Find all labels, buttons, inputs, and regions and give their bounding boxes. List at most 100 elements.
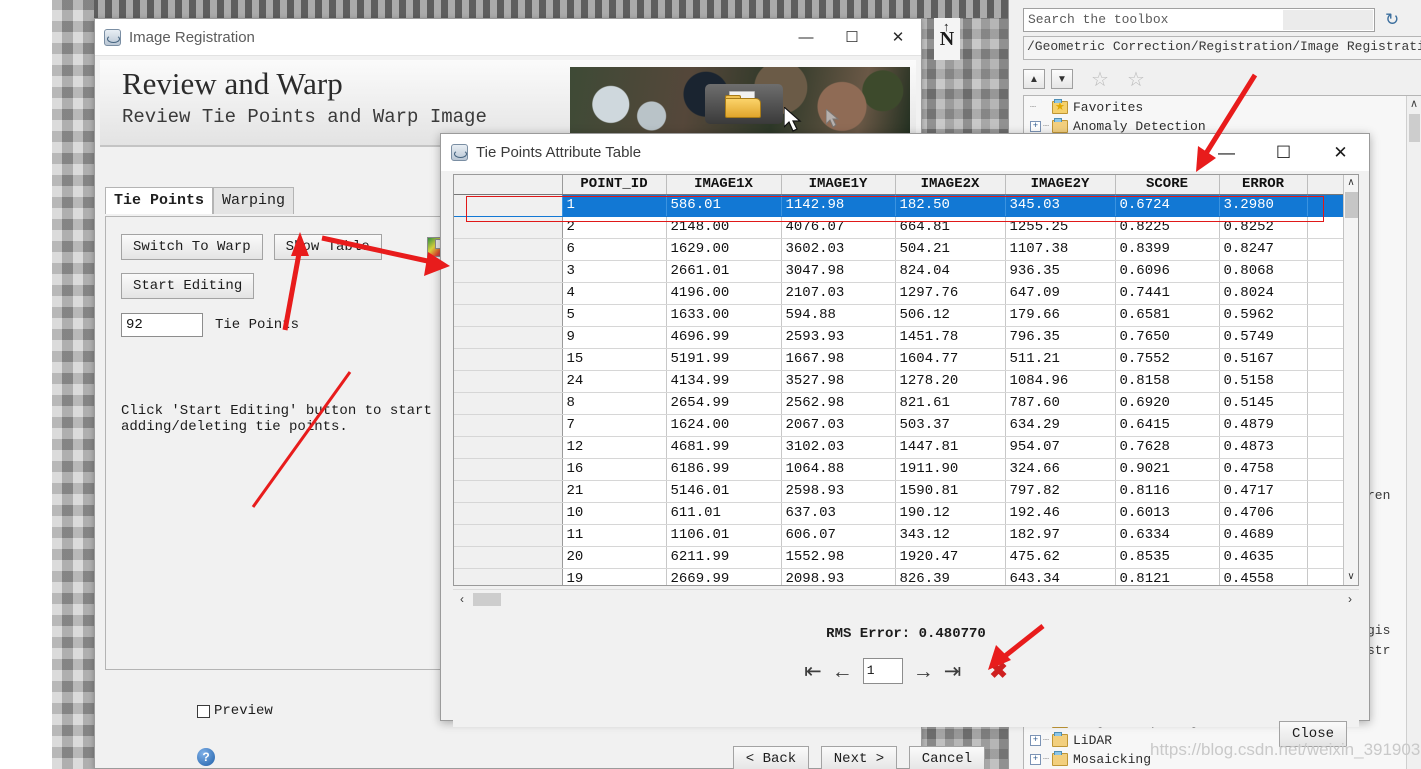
tree-expander[interactable]: + (1030, 754, 1041, 765)
table-cell[interactable]: 15 (562, 348, 667, 371)
row-header-cell[interactable] (454, 392, 563, 415)
table-cell[interactable]: 3 (562, 260, 667, 283)
table-cell[interactable]: 0.7650 (1115, 326, 1220, 349)
table-cell[interactable]: 2661.01 (666, 260, 782, 283)
table-vertical-scrollbar[interactable]: ∧ ∨ (1343, 175, 1358, 585)
table-cell[interactable]: 3102.03 (781, 436, 896, 459)
first-record-button[interactable]: ⇤ (804, 661, 822, 682)
row-header-cell[interactable] (454, 282, 563, 305)
table-cell[interactable]: 2098.93 (781, 568, 896, 585)
table-row[interactable]: 12 4681.99 3102.03 1447.81 954.07 0.7628 0.487… (454, 436, 1358, 459)
table-cell[interactable]: 0.8116 (1115, 480, 1220, 503)
row-header-cell[interactable] (454, 436, 563, 459)
row-header-cell[interactable] (454, 480, 563, 503)
table-cell[interactable]: 787.60 (1005, 392, 1116, 415)
table-cell[interactable]: 3527.98 (781, 370, 896, 393)
table-row[interactable]: 21 5146.01 2598.93 1590.81 797.82 0.8116 0.471… (454, 480, 1358, 503)
table-cell[interactable]: 1107.38 (1005, 238, 1116, 261)
table-cell[interactable]: 5146.01 (666, 480, 782, 503)
table-cell[interactable]: 821.61 (895, 392, 1006, 415)
table-cell[interactable]: 0.6334 (1115, 524, 1220, 547)
table-cell[interactable]: 21 (562, 480, 667, 503)
table-cell[interactable]: 503.37 (895, 414, 1006, 437)
table-cell[interactable]: 647.09 (1005, 282, 1116, 305)
table-cell[interactable]: 182.97 (1005, 524, 1116, 547)
table-cell[interactable]: 2067.03 (781, 414, 896, 437)
horizontal-scroll-thumb[interactable] (473, 592, 501, 606)
close-button[interactable]: ✕ (875, 19, 921, 55)
maximize-button[interactable]: ☐ (1255, 135, 1312, 171)
attribute-table-body[interactable]: 1 586.01 1142.98 182.50 345.03 0.6724 3.2980 2 2… (454, 194, 1358, 585)
table-cell[interactable]: 2654.99 (666, 392, 782, 415)
record-number-input[interactable]: 1 (862, 658, 903, 684)
close-button[interactable]: ✕ (1312, 135, 1369, 171)
row-header-cell[interactable] (454, 260, 563, 283)
table-cell[interactable]: 954.07 (1005, 436, 1116, 459)
table-cell[interactable]: 826.39 (895, 568, 1006, 585)
table-cell[interactable]: 4681.99 (666, 436, 782, 459)
minimize-button[interactable]: — (783, 19, 829, 55)
table-cell[interactable]: 0.4689 (1219, 524, 1308, 547)
table-cell[interactable]: 0.8535 (1115, 546, 1220, 569)
table-cell[interactable]: 511.21 (1005, 348, 1116, 371)
refresh-icon[interactable]: ↻ (1385, 10, 1399, 30)
table-row[interactable]: 11 1106.01 606.07 343.12 182.97 0.6334 0.4689 (454, 524, 1358, 547)
table-row[interactable]: 3 2661.01 3047.98 824.04 936.35 0.6096 0.8068 (454, 260, 1358, 283)
table-row[interactable]: 15 5191.99 1667.98 1604.77 511.21 0.7552 0.516… (454, 348, 1358, 371)
table-cell[interactable]: 634.29 (1005, 414, 1116, 437)
table-cell[interactable]: 192.46 (1005, 502, 1116, 525)
table-cell[interactable]: 1604.77 (895, 348, 1006, 371)
table-cell[interactable]: 3602.03 (781, 238, 896, 261)
table-cell[interactable]: 0.4879 (1219, 414, 1308, 437)
table-cell[interactable]: 1629.00 (666, 238, 782, 261)
row-header-cell[interactable] (454, 524, 563, 547)
table-cell[interactable]: 0.6415 (1115, 414, 1220, 437)
table-cell[interactable]: 0.4558 (1219, 568, 1308, 585)
table-cell[interactable]: 0.7628 (1115, 436, 1220, 459)
table-cell[interactable]: 0.4635 (1219, 546, 1308, 569)
table-cell[interactable]: 1667.98 (781, 348, 896, 371)
preview-checkbox[interactable] (197, 704, 210, 718)
back-button[interactable]: < Back (733, 746, 809, 769)
table-cell[interactable]: 9 (562, 326, 667, 349)
move-down-button[interactable]: ▼ (1051, 69, 1073, 89)
tree-scroll-thumb[interactable] (1409, 114, 1420, 142)
next-record-button[interactable]: → (913, 661, 934, 682)
search-input[interactable]: Search the toolbox (1023, 8, 1375, 32)
row-header-cell[interactable] (454, 414, 563, 437)
cancel-button[interactable]: Cancel (909, 746, 985, 769)
open-folder-tile[interactable] (705, 84, 783, 124)
table-cell[interactable]: 0.8024 (1219, 282, 1308, 305)
table-cell[interactable]: 8 (562, 392, 667, 415)
column-header-image2x[interactable]: IMAGE2X (895, 175, 1006, 195)
table-row[interactable]: 7 1624.00 2067.03 503.37 634.29 0.6415 0.4879 (454, 414, 1358, 437)
table-row[interactable]: 10 611.01 637.03 190.12 192.46 0.6013 0.4706 (454, 502, 1358, 525)
table-cell[interactable]: 7 (562, 414, 667, 437)
table-row[interactable]: 19 2669.99 2098.93 826.39 643.34 0.8121 0.4558 (454, 568, 1358, 585)
table-cell[interactable]: 0.5158 (1219, 370, 1308, 393)
table-cell[interactable]: 1920.47 (895, 546, 1006, 569)
delete-record-icon[interactable]: ✖ (989, 658, 1007, 684)
tree-item-favorites[interactable]: ┈ Favorites (1030, 98, 1421, 117)
table-horizontal-scrollbar[interactable]: ‹ › (453, 589, 1359, 608)
column-header-image1y[interactable]: IMAGE1Y (781, 175, 896, 195)
table-cell[interactable]: 0.5167 (1219, 348, 1308, 371)
table-cell[interactable]: 1451.78 (895, 326, 1006, 349)
row-header-cell[interactable] (454, 568, 563, 585)
table-cell[interactable]: 179.66 (1005, 304, 1116, 327)
column-header-point-id[interactable]: POINT_ID (562, 175, 667, 195)
tie-points-count-input[interactable]: 92 (121, 313, 203, 337)
toolbox-path-field[interactable]: /Geometric Correction/Registration/Image… (1023, 36, 1421, 60)
table-cell[interactable]: 606.07 (781, 524, 896, 547)
table-cell[interactable]: 594.88 (781, 304, 896, 327)
row-header-cell[interactable] (454, 348, 563, 371)
tree-vertical-scrollbar[interactable]: ∧ (1406, 96, 1421, 769)
table-cell[interactable]: 19 (562, 568, 667, 585)
scroll-right-icon[interactable]: › (1341, 592, 1359, 606)
vertical-scroll-thumb[interactable] (1345, 192, 1358, 218)
table-cell[interactable]: 506.12 (895, 304, 1006, 327)
table-cell[interactable]: 0.6581 (1115, 304, 1220, 327)
table-row[interactable]: 6 1629.00 3602.03 504.21 1107.38 0.8399 0.8247 (454, 238, 1358, 261)
table-cell[interactable]: 0.8158 (1115, 370, 1220, 393)
table-cell[interactable]: 1106.01 (666, 524, 782, 547)
